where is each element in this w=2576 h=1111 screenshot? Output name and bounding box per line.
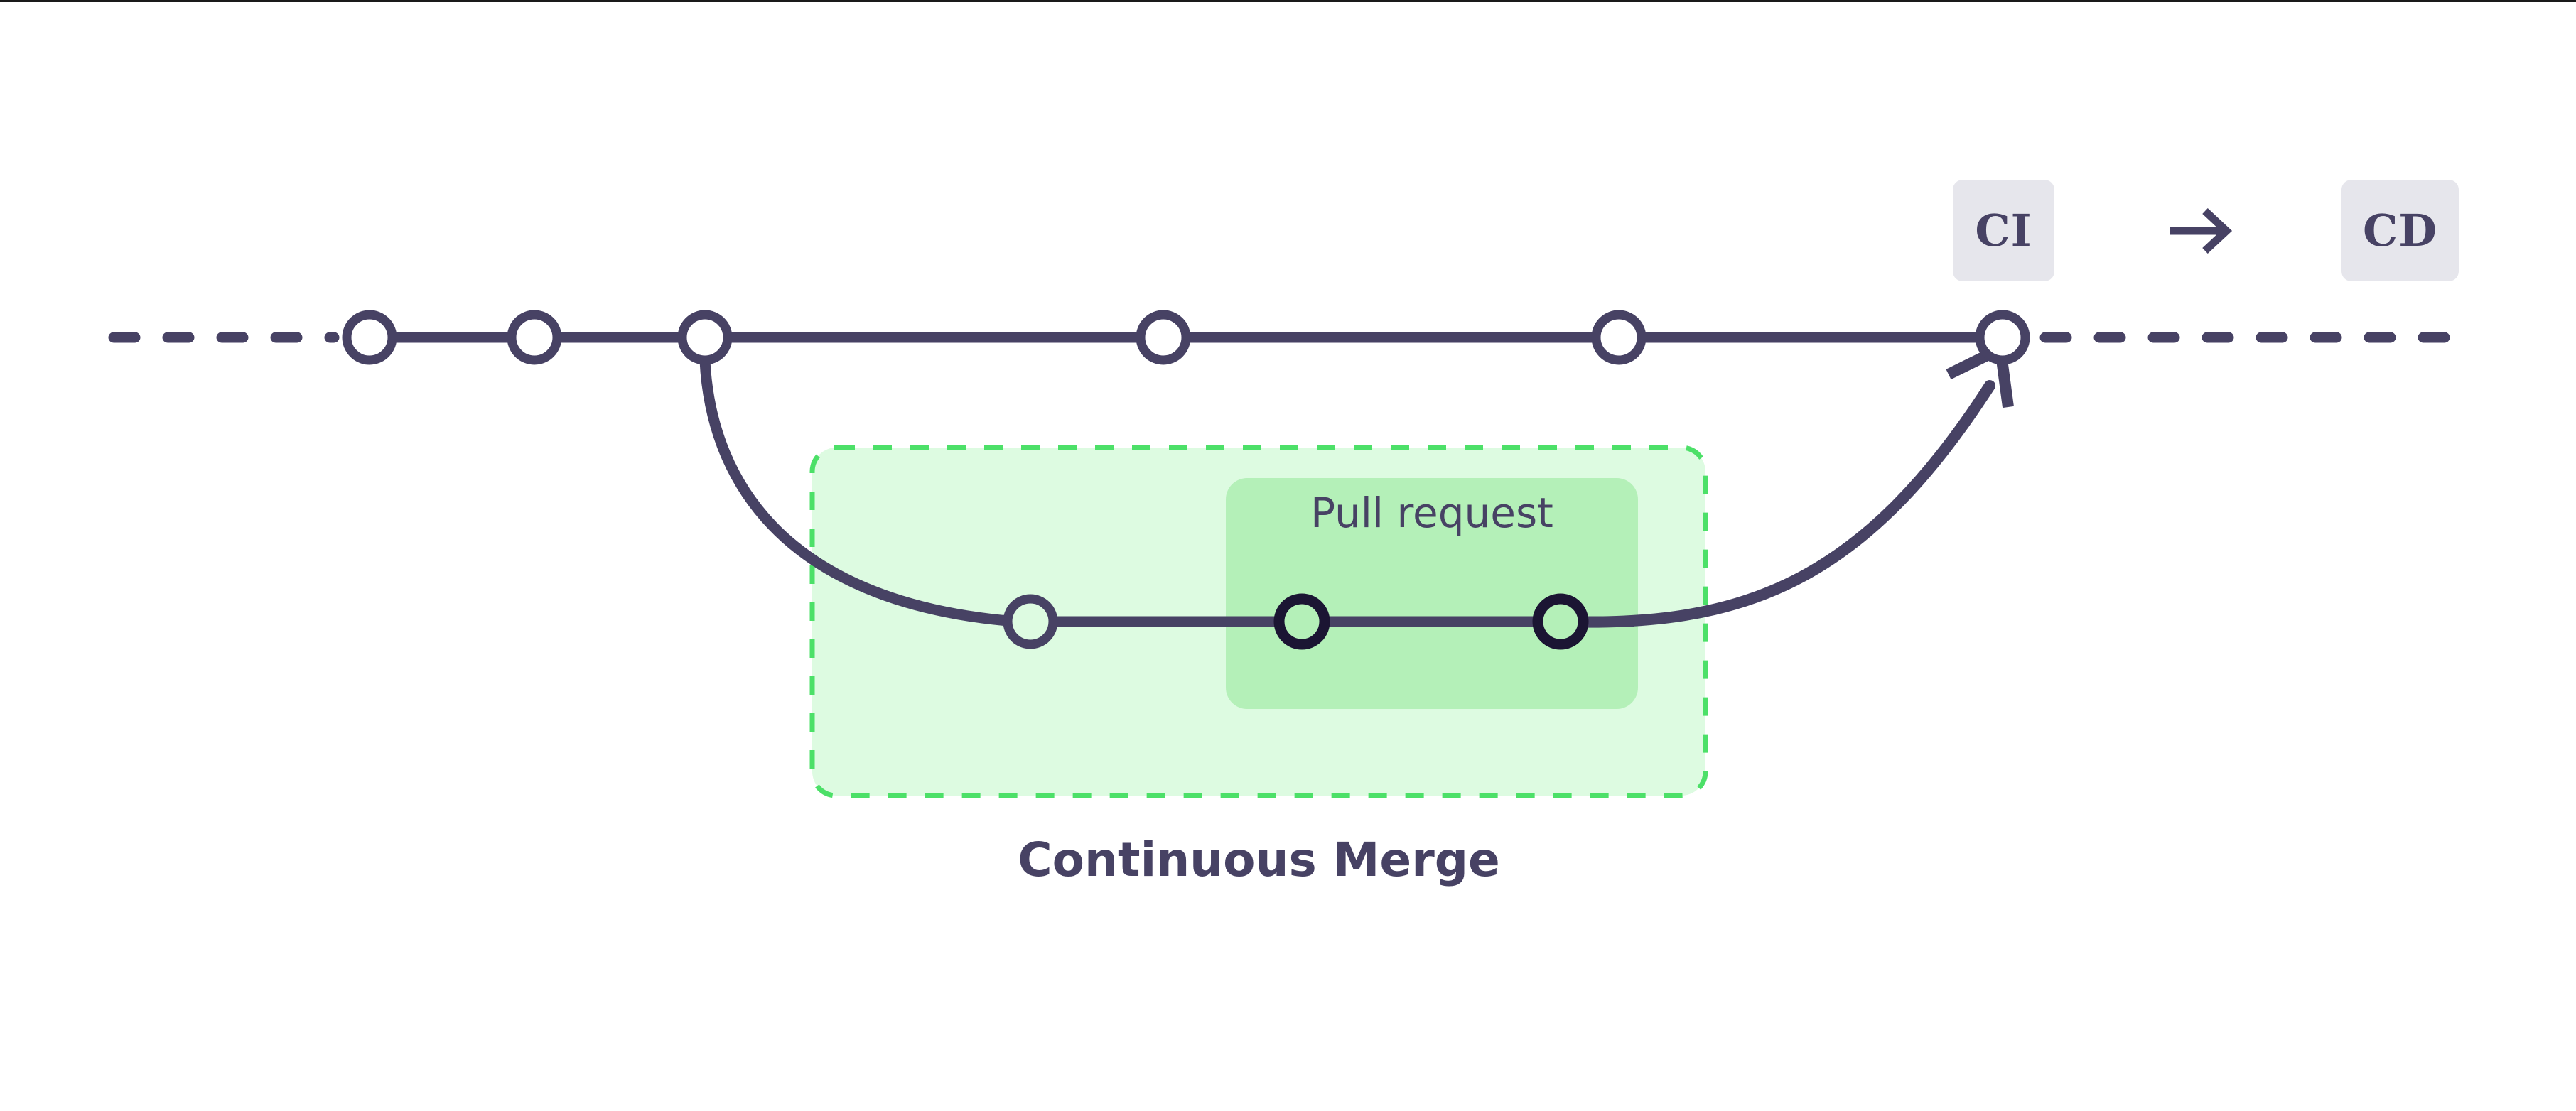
git-flow-diagram [108,310,2456,798]
commit-node-main-5[interactable] [1591,310,1647,365]
pull-request-label: Pull request [1310,489,1553,537]
commit-node-main-4[interactable] [1136,310,1191,365]
continuous-merge-caption: Continuous Merge [1018,833,1500,887]
commit-node-feature-3-pull-request[interactable] [1532,593,1589,650]
commit-node-main-6-merge-target[interactable] [1975,310,2030,365]
ci-badge[interactable]: CI [1953,180,2054,281]
commit-node-main-3-branch-point[interactable] [677,310,733,365]
commit-node-main-1[interactable] [342,310,397,365]
diagram-canvas: CI CD Pull request Continuous Merge [0,0,2576,1111]
commit-node-feature-1[interactable] [1003,594,1058,649]
commit-node-main-2[interactable] [507,310,562,365]
arrow-right-icon [2170,207,2233,254]
cd-badge[interactable]: CD [2341,180,2459,281]
commit-node-feature-2-pull-request[interactable] [1273,593,1330,650]
